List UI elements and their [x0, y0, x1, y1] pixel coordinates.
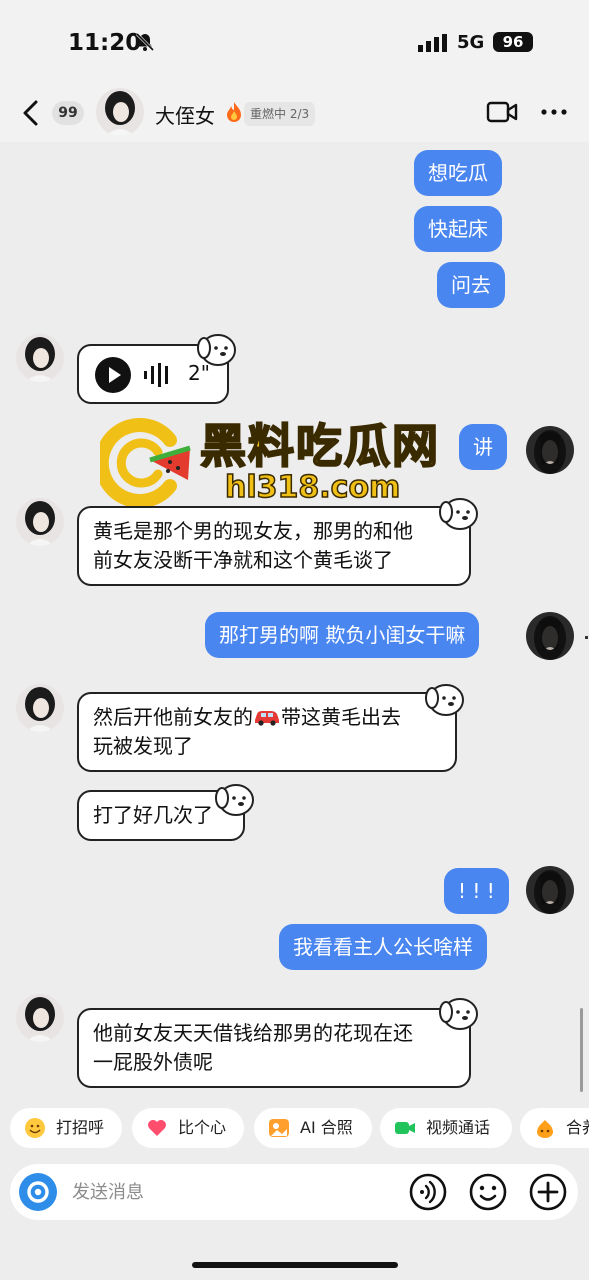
- my-avatar[interactable]: [526, 426, 574, 474]
- contact-avatar-small[interactable]: [16, 994, 64, 1042]
- sent-message[interactable]: 讲: [459, 424, 507, 470]
- dog-sticker-icon: [425, 684, 464, 716]
- sent-message[interactable]: 我看看主人公长啥样: [279, 924, 487, 970]
- message-input-bar: [10, 1164, 578, 1220]
- chip-greet[interactable]: 打招呼: [10, 1108, 122, 1148]
- home-indicator[interactable]: [192, 1262, 398, 1268]
- photo-icon: [269, 1119, 289, 1137]
- message-line: 他前女友天天借钱给那男的花现在还: [93, 1021, 413, 1045]
- dog-sticker-icon: [439, 998, 478, 1030]
- message-input[interactable]: [72, 1174, 392, 1210]
- camera-icon[interactable]: [18, 1172, 58, 1212]
- network-type: 5G: [457, 32, 485, 53]
- my-avatar[interactable]: [526, 866, 574, 914]
- contact-avatar-small[interactable]: [16, 498, 64, 546]
- plus-icon[interactable]: [528, 1172, 568, 1212]
- quick-actions-bar: 打招呼 比个心 AI 合照 视频通话 合养: [0, 1108, 589, 1152]
- chip-label: 合养: [566, 1118, 589, 1137]
- chip-label: 视频通话: [426, 1118, 491, 1137]
- chip-co-raise[interactable]: 合养: [520, 1108, 589, 1148]
- car-icon: [255, 711, 279, 726]
- chip-label: AI 合照: [300, 1118, 353, 1137]
- voice-input-icon[interactable]: [408, 1172, 448, 1212]
- chip-ai-photo[interactable]: AI 合照: [254, 1108, 372, 1148]
- watermark-logo-icon: [100, 418, 191, 508]
- chip-label: 打招呼: [56, 1118, 105, 1137]
- contact-avatar-small[interactable]: [16, 334, 64, 382]
- status-time: 11:20: [68, 30, 142, 56]
- pet-icon: [537, 1120, 553, 1138]
- message-line: 一屁股外债呢: [93, 1050, 213, 1074]
- unread-count-badge: 99: [52, 101, 84, 125]
- sent-message[interactable]: ! ! !: [444, 868, 509, 914]
- chip-video-call[interactable]: 视频通话: [380, 1108, 512, 1148]
- status-bar: 11:20 5G 96: [0, 0, 589, 88]
- fire-icon: [227, 102, 241, 122]
- play-icon[interactable]: [94, 356, 132, 394]
- video-camera-icon: [395, 1122, 415, 1134]
- chip-label: 比个心: [178, 1118, 227, 1137]
- signal-icon: [418, 34, 447, 52]
- message-line: 前女友没断干净就和这个黄毛谈了: [93, 548, 393, 572]
- sent-message[interactable]: 快起床: [414, 206, 502, 252]
- message-text: 然后开他前女友的: [93, 705, 253, 729]
- bell-muted-icon: [135, 32, 155, 52]
- more-icon[interactable]: [540, 100, 568, 124]
- edge-mark: [585, 636, 588, 639]
- received-message[interactable]: 然后开他前女友的 带这黄毛出去 玩被发现了: [77, 692, 457, 772]
- received-message[interactable]: 黄毛是那个男的现女友，那男的和他 前女友没断干净就和这个黄毛谈了: [77, 506, 471, 586]
- dog-sticker-icon: [439, 498, 478, 530]
- message-line: 然后开他前女友的 带这黄毛出去: [93, 703, 441, 732]
- contact-avatar[interactable]: [96, 88, 144, 136]
- message-text: 带这黄毛出去: [281, 705, 401, 729]
- sent-message[interactable]: 问去: [437, 262, 505, 308]
- watermark-url: hl318.com: [224, 469, 401, 506]
- message-line: 玩被发现了: [93, 734, 193, 758]
- chip-heart[interactable]: 比个心: [132, 1108, 244, 1148]
- sent-message[interactable]: 那打男的啊 欺负小闺女干嘛: [205, 612, 480, 658]
- scrollbar[interactable]: [580, 1008, 583, 1092]
- heart-icon: [148, 1120, 166, 1136]
- sent-message[interactable]: 想吃瓜: [414, 150, 502, 196]
- received-message[interactable]: 他前女友天天借钱给那男的花现在还 一屁股外债呢: [77, 1008, 471, 1088]
- contact-name[interactable]: 大侄女: [155, 100, 215, 129]
- streak-badge: 重燃中 2/3: [244, 102, 316, 126]
- dog-sticker-icon: [197, 334, 236, 366]
- battery-level: 96: [493, 32, 533, 52]
- back-icon[interactable]: [18, 98, 44, 128]
- watermark-title: 黑料吃瓜网: [199, 418, 440, 474]
- my-avatar[interactable]: [526, 612, 574, 660]
- chat-header: 99 大侄女 重燃中 2/3: [0, 88, 589, 142]
- message-line: 黄毛是那个男的现女友，那男的和他: [93, 519, 413, 543]
- audio-wave-icon: [144, 363, 168, 387]
- contact-avatar-small[interactable]: [16, 684, 64, 732]
- emoji-icon[interactable]: [468, 1172, 508, 1212]
- dog-sticker-icon: [215, 784, 254, 816]
- wave-emoji-icon: [25, 1118, 45, 1138]
- video-call-icon[interactable]: [486, 100, 518, 124]
